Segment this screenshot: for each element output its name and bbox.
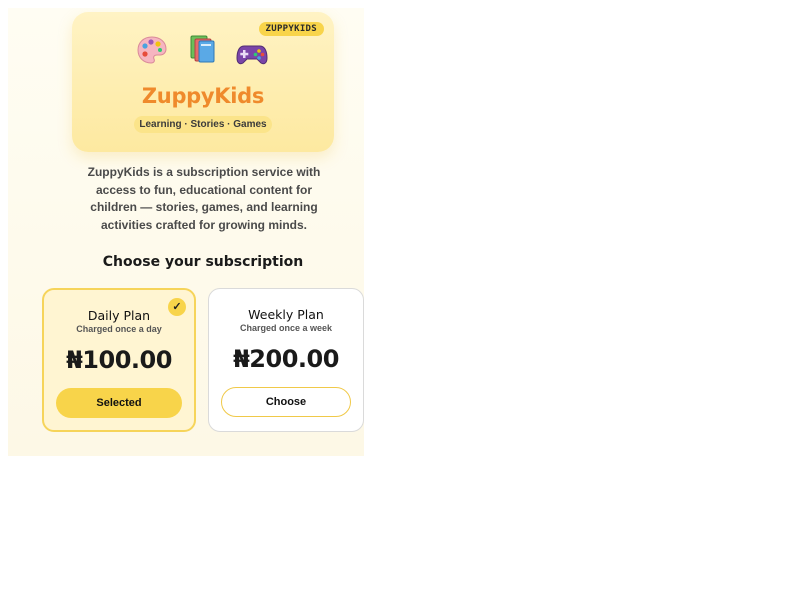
plan-billing-note: Charged once a week — [239, 323, 333, 333]
plan-billing-note: Charged once a day — [76, 324, 162, 334]
books-icon — [190, 35, 215, 63]
section-title: Choose your subscription — [102, 254, 304, 270]
palette-icon — [137, 36, 167, 64]
plan-card-weekly[interactable]: Weekly Plan Charged once a week ₦200.00 … — [208, 288, 364, 432]
selected-button[interactable]: Selected — [56, 388, 182, 418]
brand-tagline: Learning · Stories · Games — [134, 116, 272, 133]
choose-button[interactable]: Choose — [221, 387, 351, 417]
brand-hero: ZUPPYKIDS ZuppyKids Learning · Stories ·… — [72, 12, 334, 152]
plan-price: ₦200.00 — [233, 345, 339, 373]
brand-title: ZuppyKids — [141, 84, 265, 108]
gamepad-icon — [236, 45, 268, 65]
plan-name: Weekly Plan — [248, 307, 324, 322]
app-viewport: ZUPPYKIDS ZuppyKids Learning · Stories ·… — [8, 8, 364, 456]
icon-row — [72, 34, 334, 68]
plan-price: ₦100.00 — [66, 346, 172, 374]
plan-card-daily[interactable]: ✓ Daily Plan Charged once a day ₦100.00 … — [42, 288, 196, 432]
service-description: ZuppyKids is a subscription service with… — [87, 165, 321, 232]
plan-name: Daily Plan — [87, 308, 151, 323]
